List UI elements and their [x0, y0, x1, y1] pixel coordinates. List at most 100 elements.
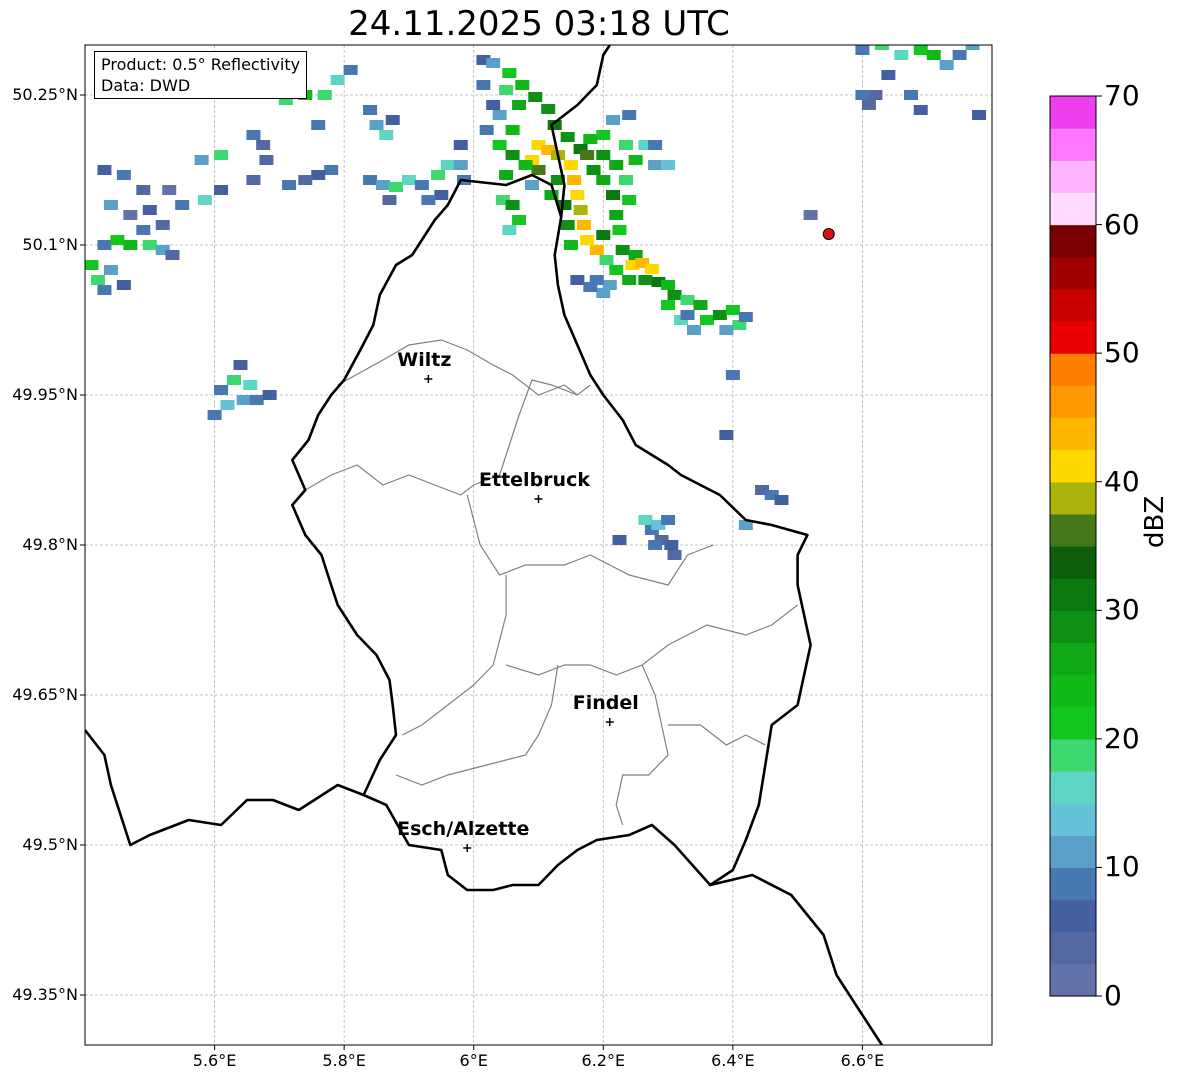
radar-echo-cell: [369, 120, 384, 130]
radar-echo-cell: [567, 175, 582, 185]
radar-echo-cell: [609, 160, 624, 170]
lon-tick-label: 6.4°E: [711, 1051, 755, 1070]
district-border: [615, 664, 669, 826]
radar-echo-cell: [894, 50, 909, 60]
radar-echo-cell: [712, 310, 727, 320]
radar-echo-cell: [499, 85, 514, 95]
radar-echo-cell: [282, 180, 297, 190]
radar-echo-cell: [453, 160, 468, 170]
radar-echo-cell: [414, 180, 429, 190]
radar-echo-cell: [246, 130, 261, 140]
radar-echo-cell: [515, 80, 530, 90]
radar-echo-cell: [220, 400, 235, 410]
radar-echo-cell: [596, 230, 611, 240]
radar-echo-cell: [596, 150, 611, 160]
radar-echo-cell: [243, 380, 258, 390]
colorbar-tick-label: 30: [1104, 593, 1140, 627]
radar-echo-cell: [609, 265, 624, 275]
radar-echo-cell: [363, 175, 378, 185]
lon-tick-label: 6.2°E: [581, 1051, 626, 1070]
radar-echo-cell: [175, 200, 190, 210]
radar-echo-cell: [606, 190, 621, 200]
radar-echo-cell: [913, 45, 928, 55]
radar-echo-cell: [136, 225, 151, 235]
lat-tick-label: 49.95°N: [12, 385, 78, 404]
district-border: [337, 339, 591, 396]
radar-echo-cell: [638, 515, 653, 525]
radar-echo-cell: [622, 110, 637, 120]
district-border: [402, 575, 507, 736]
radar-echo-cell: [738, 312, 753, 322]
radar-echo-cell: [570, 275, 585, 285]
radar-echo-cell: [648, 160, 663, 170]
lat-tick-label: 50.25°N: [12, 85, 78, 104]
radar-echo-cell: [719, 325, 734, 335]
radar-echo-cell: [249, 395, 264, 405]
radar-echo-cell: [103, 200, 118, 210]
radar-echo-cell: [330, 75, 345, 85]
radar-echo-cell: [664, 540, 679, 550]
radar-echo-cell: [103, 265, 118, 275]
radar-echo-cell: [236, 395, 251, 405]
germany-france-border: [709, 873, 883, 1045]
radar-echo-cell: [573, 205, 588, 215]
colorbar-segment: [1050, 513, 1096, 547]
radar-echo-cell: [317, 90, 332, 100]
radar-echo-cell: [512, 100, 527, 110]
colorbar-segment: [1050, 449, 1096, 483]
radar-echo-cell: [155, 220, 170, 230]
colorbar-segment: [1050, 610, 1096, 644]
radar-echo-cell: [952, 50, 967, 60]
radar-echo-cell: [560, 132, 575, 142]
radar-echo-cell: [644, 264, 659, 274]
radar-echo-cell: [388, 182, 403, 192]
radar-echo-cell: [622, 275, 637, 285]
radar-echo-cell: [596, 288, 611, 298]
radar-echo-cell: [440, 160, 455, 170]
lat-tick-label: 50.1°N: [22, 235, 78, 254]
radar-echo-cell: [855, 45, 870, 55]
colorbar-segment: [1050, 321, 1096, 354]
city-label: Findel: [572, 692, 639, 714]
radar-echo-cell: [479, 125, 494, 135]
radar-echo-cell: [618, 140, 633, 150]
axis-ticks: [80, 94, 863, 1050]
radar-echo-cell: [116, 170, 131, 180]
radar-echo-cell: [803, 210, 818, 220]
city-label: Wiltz: [397, 349, 452, 371]
radar-echo-cell: [492, 140, 507, 150]
radar-echo-cell: [502, 225, 517, 235]
radar-echo-cell: [85, 260, 99, 270]
radar-echo-cell: [661, 515, 676, 525]
radar-echo-cell: [570, 190, 585, 200]
lon-tick-label: 6.6°E: [840, 1051, 885, 1070]
radar-echo-cell: [214, 150, 229, 160]
radar-echo-cell: [913, 105, 928, 115]
colorbar-segment: [1050, 546, 1096, 579]
radar-echo-cell: [725, 305, 740, 315]
radar-echo-cell: [661, 160, 676, 170]
colorbar-segment: [1050, 771, 1096, 804]
colorbar-segment: [1050, 160, 1096, 194]
radar-echo-cell: [583, 282, 598, 292]
radar-echo-cell: [343, 65, 358, 75]
colorbar-label: dBZ: [1140, 495, 1170, 548]
radar-echo-cell: [512, 215, 527, 225]
district-border: [505, 604, 798, 676]
colorbar-segment: [1050, 867, 1096, 901]
radar-echo-cell: [560, 220, 575, 230]
radar-echo-cell: [589, 245, 604, 255]
radar-echo-cell: [505, 150, 520, 160]
radar-echo-cell: [648, 540, 663, 550]
radar-echo-cell: [256, 140, 271, 150]
colorbar-segment: [1050, 417, 1096, 451]
lon-tick-label: 5.8°E: [322, 1051, 366, 1070]
radar-echo-cell: [599, 255, 614, 265]
radar-echo-cell: [246, 175, 261, 185]
radar-echo-cell: [385, 115, 400, 125]
radar-echo-cell: [725, 370, 740, 380]
colorbar-tick-label: 60: [1104, 207, 1140, 241]
radar-echo-cell: [227, 375, 242, 385]
radar-echo-cell: [311, 170, 326, 180]
radar-echo-cell: [855, 90, 870, 100]
